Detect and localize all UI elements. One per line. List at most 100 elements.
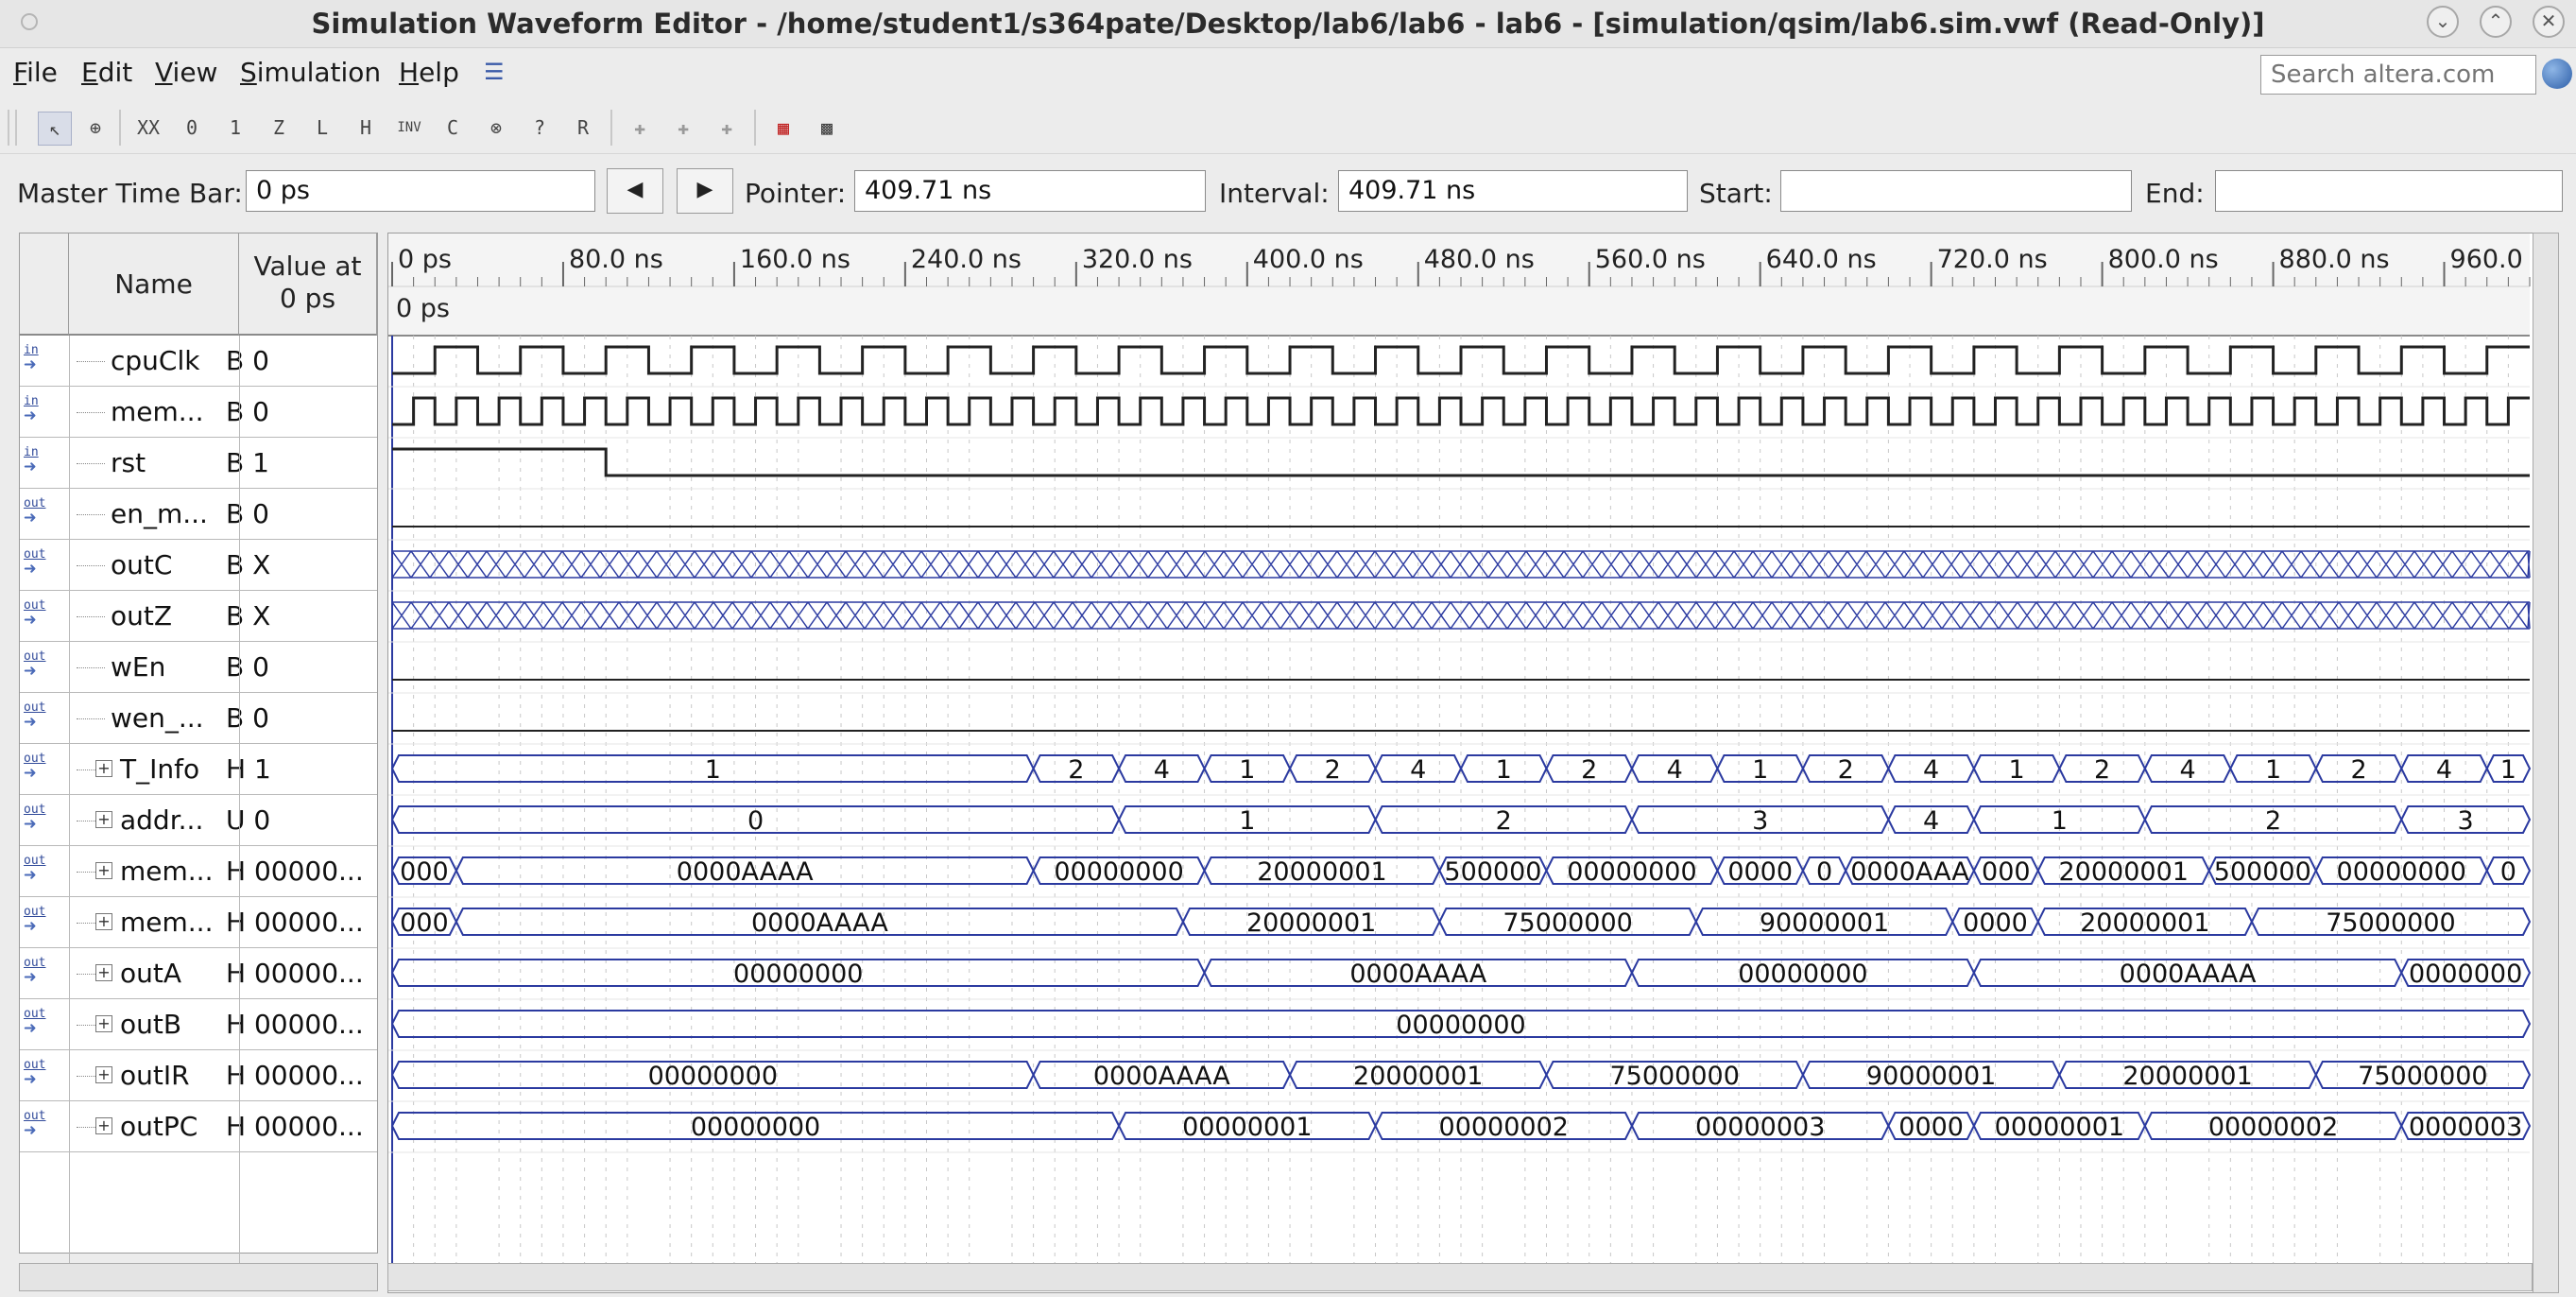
signal-name[interactable]: wen_...: [111, 702, 204, 734]
table-horizontal-scrollbar[interactable]: [19, 1263, 378, 1291]
signal-row[interactable]: out ➜ + outB H 00000...: [20, 999, 377, 1050]
signal-name[interactable]: wEn: [111, 651, 165, 683]
signal-row[interactable]: in ➜ cpuClk B 0: [20, 336, 377, 387]
menu-simulation[interactable]: Simulation: [240, 57, 381, 88]
start-field[interactable]: [1780, 170, 2132, 212]
signal-row[interactable]: out ➜ wen_... B 0: [20, 693, 377, 744]
bus-value-label: 0000: [1963, 908, 2028, 938]
end-field[interactable]: [2215, 170, 2563, 212]
signal-name[interactable]: mem...: [120, 856, 213, 887]
vertical-scrollbar[interactable]: [2533, 233, 2559, 1293]
waveform-horizontal-scrollbar[interactable]: [387, 1263, 2533, 1291]
signal-name[interactable]: outC: [111, 549, 172, 580]
run-functional-icon[interactable]: ✚: [624, 112, 656, 144]
force-weak-low-icon[interactable]: L: [306, 112, 338, 144]
signal-name[interactable]: rst: [111, 447, 146, 478]
ruler-tick-label: 320.0 ns: [1082, 245, 1193, 274]
force-weak-high-icon[interactable]: H: [350, 112, 382, 144]
random-value-icon[interactable]: R: [567, 112, 599, 144]
invert-icon[interactable]: INV: [393, 112, 425, 144]
whats-this-icon[interactable]: ☰: [484, 59, 505, 85]
globe-icon[interactable]: [2542, 59, 2572, 89]
signal-row[interactable]: out ➜ en_m... B 0: [20, 489, 377, 540]
signal-row[interactable]: out ➜ outC B X: [20, 540, 377, 591]
signal-row[interactable]: out ➜ + outPC H 00000...: [20, 1101, 377, 1152]
bus-value-label: 4: [1923, 755, 1939, 785]
force-high-icon[interactable]: 1: [219, 112, 251, 144]
column-divider: [69, 336, 70, 1281]
signal-name[interactable]: en_m...: [111, 498, 208, 529]
force-unknown-icon[interactable]: XX: [132, 112, 164, 144]
expand-icon[interactable]: +: [95, 760, 112, 777]
bus-value-label: 20000001: [2059, 857, 2189, 887]
next-transition-button[interactable]: ▶: [677, 168, 733, 214]
previous-transition-button[interactable]: ◀: [607, 168, 663, 214]
value-column-header[interactable]: Value at 0 ps: [239, 233, 377, 336]
waveform-panel[interactable]: 0 ps 80.0 ns 160.0 ns 240.0 ns 320.0 ns 400.0…: [387, 233, 2561, 1293]
clock-waveform: [392, 396, 2530, 426]
bus-value-label: 0000AAAA: [1349, 960, 1486, 989]
output-pin-icon: out ➜: [24, 1007, 46, 1041]
menu-file[interactable]: File: [13, 57, 58, 88]
expand-icon[interactable]: +: [95, 1015, 112, 1032]
snap-icon[interactable]: ▦: [767, 112, 799, 144]
signal-value: H 00000...: [226, 1060, 364, 1091]
expand-icon[interactable]: +: [95, 1066, 112, 1083]
signal-row[interactable]: out ➜ + T_Info H 1: [20, 744, 377, 795]
select-pointer-icon[interactable]: ↖: [38, 112, 72, 146]
signal-name[interactable]: addr...: [120, 804, 203, 836]
name-column-header[interactable]: Name: [69, 233, 239, 336]
signal-name[interactable]: outA: [120, 958, 181, 989]
signal-value: B 0: [226, 345, 269, 376]
waveform-canvas[interactable]: 0 ps 80.0 ns 160.0 ns 240.0 ns 320.0 ns 400.0…: [388, 233, 2561, 1264]
signal-name[interactable]: outZ: [111, 600, 172, 631]
ruler-tick-label: 960.0 ns: [2450, 245, 2533, 274]
signal-row[interactable]: out ➜ + mem... H 00000...: [20, 897, 377, 948]
bus-value-label: 20000001: [1257, 857, 1386, 887]
search-input[interactable]: [2260, 55, 2536, 95]
tree-connector: [77, 718, 105, 720]
signal-name[interactable]: cpuClk: [111, 345, 199, 376]
signal-row[interactable]: in ➜ rst B 1: [20, 438, 377, 489]
output-pin-icon: out ➜: [24, 700, 46, 735]
bus-value-label: 20000001: [2080, 908, 2209, 938]
menu-help[interactable]: Help: [399, 57, 459, 88]
timing-netlist-icon[interactable]: ✚: [711, 112, 743, 144]
close-icon[interactable]: ✕: [2533, 6, 2565, 38]
signal-row[interactable]: out ➜ + mem... H 00000...: [20, 846, 377, 897]
force-low-icon[interactable]: 0: [176, 112, 208, 144]
bus-value-label: 0000AAAA: [677, 857, 814, 887]
expand-icon[interactable]: +: [95, 913, 112, 930]
menu-edit[interactable]: Edit: [81, 57, 132, 88]
signal-row[interactable]: out ➜ outZ B X: [20, 591, 377, 642]
menu-view[interactable]: View: [155, 57, 217, 88]
signal-name[interactable]: outPC: [120, 1111, 197, 1142]
signal-name[interactable]: outIR: [120, 1060, 190, 1091]
count-value-icon[interactable]: C: [437, 112, 469, 144]
grid-icon[interactable]: ▩: [811, 112, 843, 144]
expand-icon[interactable]: +: [95, 964, 112, 981]
clock-icon[interactable]: ⊗: [480, 112, 512, 144]
signal-row[interactable]: out ➜ + outIR H 00000...: [20, 1050, 377, 1101]
master-time-bar-field[interactable]: 0 ps: [246, 170, 595, 212]
run-timing-icon[interactable]: ✚: [667, 112, 699, 144]
maximize-icon[interactable]: ⌃: [2480, 6, 2512, 38]
signal-row[interactable]: in ➜ mem... B 0: [20, 387, 377, 438]
expand-icon[interactable]: +: [95, 862, 112, 879]
interval-field[interactable]: 409.71 ns: [1338, 170, 1688, 212]
signal-row[interactable]: out ➜ + outA H 00000...: [20, 948, 377, 999]
signal-row[interactable]: out ➜ wEn B 0: [20, 642, 377, 693]
expand-icon[interactable]: +: [95, 1117, 112, 1134]
expand-icon[interactable]: +: [95, 811, 112, 828]
signal-name[interactable]: mem...: [111, 396, 203, 427]
minimize-icon[interactable]: ⌄: [2427, 6, 2459, 38]
signal-name[interactable]: T_Info: [120, 753, 199, 785]
signal-name[interactable]: mem...: [120, 907, 213, 938]
signal-name[interactable]: outB: [120, 1009, 181, 1040]
signal-value: H 00000...: [226, 856, 364, 887]
arbitrary-value-icon[interactable]: ?: [524, 112, 556, 144]
signal-row[interactable]: out ➜ + addr... U 0: [20, 795, 377, 846]
force-high-z-icon[interactable]: Z: [263, 112, 295, 144]
zoom-icon[interactable]: ⊕: [79, 112, 112, 144]
pointer-field[interactable]: 409.71 ns: [854, 170, 1206, 212]
